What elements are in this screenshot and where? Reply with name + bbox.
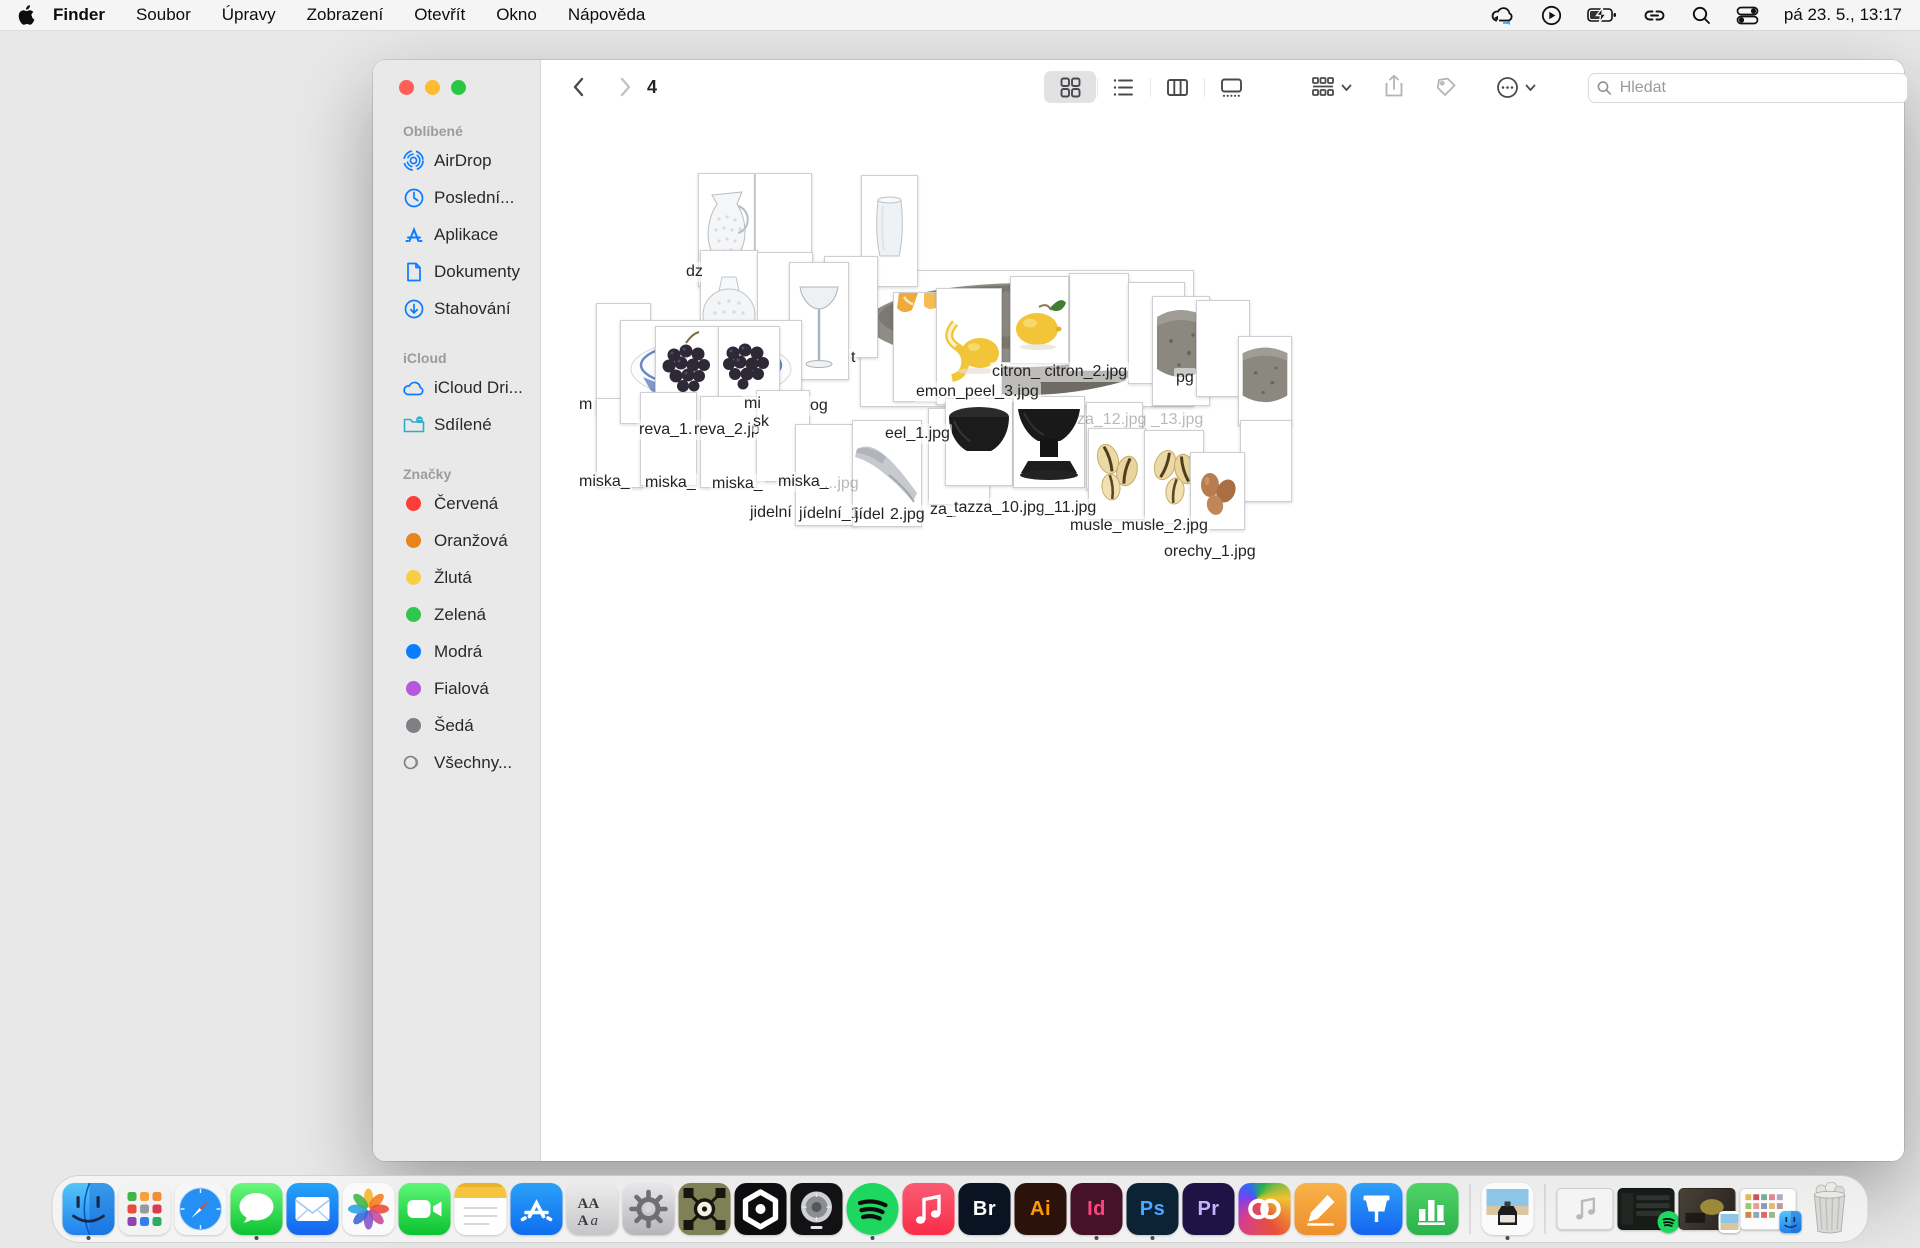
file-label[interactable]: reva_1.	[637, 420, 694, 440]
dock-adobe-indesign[interactable]: Id	[1071, 1178, 1123, 1240]
svg-text:a: a	[591, 1213, 599, 1229]
dock-separator	[1545, 1184, 1546, 1234]
running-indicator	[1506, 1236, 1510, 1240]
menu-okno[interactable]: Okno	[496, 5, 537, 25]
dock-silver-dial-app[interactable]	[791, 1178, 843, 1240]
svg-text:A: A	[578, 1213, 589, 1229]
dock-adobe-photoshop[interactable]: Ps	[1127, 1178, 1179, 1240]
dock-spotify[interactable]	[847, 1178, 899, 1240]
file-label[interactable]: miska_	[643, 473, 698, 493]
file-thumbnail[interactable]	[1240, 420, 1292, 502]
dock-keynote[interactable]	[1351, 1178, 1403, 1240]
finder-window: OblíbenéAirDropPoslední...AplikaceDokume…	[373, 60, 1904, 1161]
dock-font-book[interactable]: AAAa	[567, 1178, 619, 1240]
apple-menu-icon[interactable]	[18, 5, 35, 25]
dock-launchpad[interactable]	[119, 1178, 171, 1240]
dock-numbers[interactable]	[1407, 1178, 1459, 1240]
file-label[interactable]: miska_	[577, 472, 632, 492]
file-label: ...jpg	[822, 474, 861, 494]
battery-charging-icon[interactable]	[1587, 6, 1617, 24]
running-indicator	[1151, 1236, 1155, 1240]
file-thumbnail[interactable]	[1013, 396, 1085, 488]
file-label[interactable]: jídelní_1	[797, 504, 862, 524]
file-label[interactable]: musle_musle_2.jpg	[1068, 516, 1210, 536]
dock-finder[interactable]	[63, 1178, 115, 1240]
menu-soubor[interactable]: Soubor	[136, 5, 191, 25]
dock-mail[interactable]	[287, 1178, 339, 1240]
file-label[interactable]: sk	[751, 412, 771, 432]
dock: AAAa BrAiIdPsPr	[52, 1175, 1869, 1243]
dock-facetime[interactable]	[399, 1178, 451, 1240]
file-label[interactable]: 2.jpg	[888, 505, 927, 525]
dock-olive-grid-app[interactable]	[679, 1178, 731, 1240]
file-thumbnail[interactable]	[1238, 336, 1292, 426]
svg-text:AA: AA	[578, 1196, 600, 1212]
dock-system-settings[interactable]	[623, 1178, 675, 1240]
running-indicator	[87, 1236, 91, 1240]
file-label[interactable]: miska_	[710, 474, 765, 494]
file-label: za_12.jpg _13.jpg	[1075, 410, 1205, 430]
menu-otev-t[interactable]: Otevřít	[414, 5, 465, 25]
file-label[interactable]: orechy_1.jpg	[1162, 542, 1258, 562]
file-label[interactable]: m	[577, 395, 594, 415]
dock-black-emblem-app[interactable]	[735, 1178, 787, 1240]
dock-trash[interactable]	[1801, 1178, 1858, 1240]
link-icon[interactable]	[1642, 7, 1667, 24]
file-label[interactable]: _11.jpg	[1043, 498, 1098, 518]
file-label[interactable]: dz	[684, 262, 705, 282]
dock-app-store[interactable]	[511, 1178, 563, 1240]
file-label[interactable]: mi	[742, 394, 763, 414]
spotlight-icon[interactable]	[1692, 6, 1711, 25]
file-label[interactable]: t	[849, 348, 857, 368]
dock-minimized-spotify-window[interactable]	[1618, 1178, 1675, 1240]
dock-adobe-illustrator[interactable]: Ai	[1015, 1178, 1067, 1240]
dock-separator	[1470, 1184, 1471, 1234]
menu-status-area: pá 23. 5., 13:17	[1490, 5, 1902, 26]
menu-finder[interactable]: Finder	[53, 5, 105, 25]
file-label[interactable]: citron_ citron_2.jpg	[990, 362, 1129, 382]
menu-zobrazen-[interactable]: Zobrazení	[307, 5, 384, 25]
menu--pravy[interactable]: Úpravy	[222, 5, 276, 25]
file-thumbnail[interactable]	[945, 398, 1013, 486]
file-thumbnail[interactable]	[1010, 276, 1069, 364]
dock-minimized-photo-window[interactable]	[1679, 1178, 1736, 1240]
dock-photos[interactable]	[343, 1178, 395, 1240]
file-thumbnail[interactable]	[1069, 273, 1129, 371]
menu-bar: Finder Soubor Úpravy Zobrazení Otevřít Okno Ná…	[0, 0, 1920, 30]
file-label[interactable]: eel_1.jpg	[883, 424, 952, 444]
file-label[interactable]: og	[808, 396, 830, 416]
dock-creative-cloud[interactable]	[1239, 1178, 1291, 1240]
now-playing-icon[interactable]	[1541, 5, 1562, 26]
dock-adobe-bridge[interactable]: Br	[959, 1178, 1011, 1240]
file-cluster: dz t citron_ citron_2.jpg pg emon_peel_3.jpg…	[373, 60, 1904, 1161]
dock-pages[interactable]	[1295, 1178, 1347, 1240]
menu-items: Finder Soubor Úpravy Zobrazení Otevřít Okno Ná…	[53, 5, 645, 25]
running-indicator	[871, 1236, 875, 1240]
control-center-icon[interactable]	[1736, 6, 1759, 25]
dock-safari[interactable]	[175, 1178, 227, 1240]
dock-music[interactable]	[903, 1178, 955, 1240]
file-label[interactable]: jidelní	[748, 503, 794, 523]
running-indicator	[1095, 1236, 1099, 1240]
menu-n-pov-da[interactable]: Nápověda	[568, 5, 646, 25]
running-indicator	[255, 1236, 259, 1240]
dock-adobe-premiere[interactable]: Pr	[1183, 1178, 1235, 1240]
file-label[interactable]: tazza_10.jpg	[952, 498, 1047, 518]
file-label[interactable]: pg	[1174, 368, 1196, 388]
menu-clock[interactable]: pá 23. 5., 13:17	[1784, 5, 1902, 25]
dock-minimized-finder-window[interactable]	[1740, 1178, 1797, 1240]
cloud-sync-icon[interactable]	[1490, 6, 1516, 25]
dock-preview-ink-app[interactable]	[1482, 1178, 1534, 1240]
dock-minimized-music-window[interactable]	[1557, 1178, 1614, 1240]
file-label[interactable]: emon_peel_3.jpg	[914, 382, 1041, 402]
file-label[interactable]: jídel	[853, 505, 886, 525]
dock-notes[interactable]	[455, 1178, 507, 1240]
dock-messages[interactable]	[231, 1178, 283, 1240]
